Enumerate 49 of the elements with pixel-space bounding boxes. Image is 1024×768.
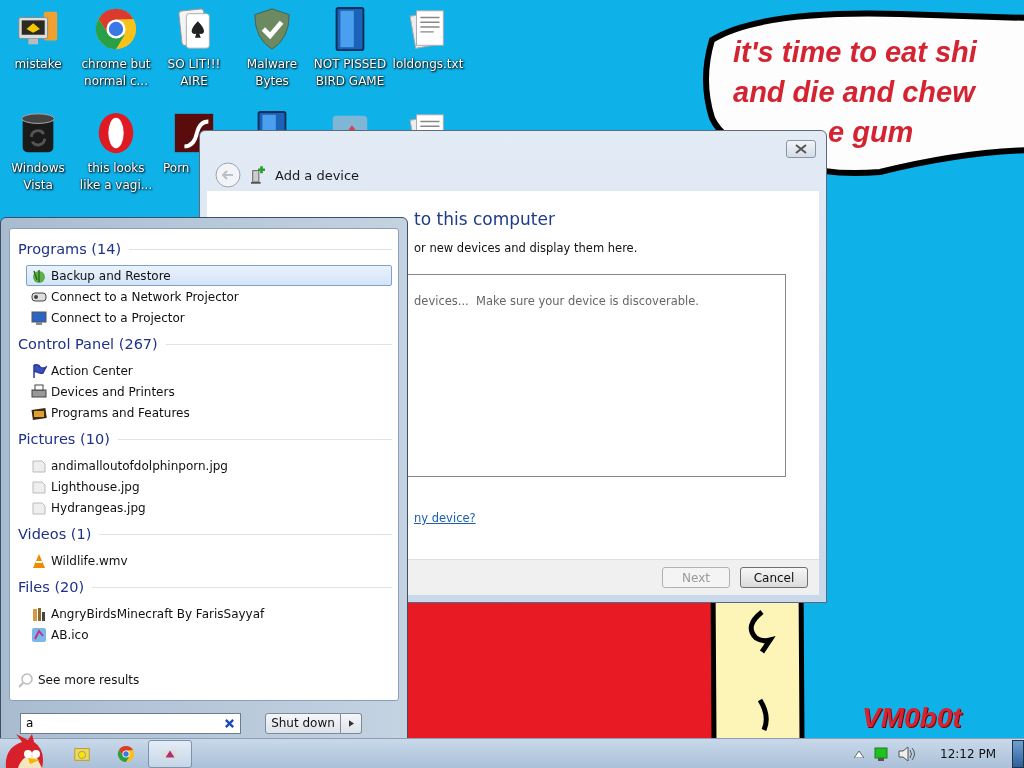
image-icon bbox=[31, 499, 47, 516]
clock[interactable]: 12:12 PM bbox=[940, 746, 996, 761]
search-result[interactable]: Wildlife.wmv bbox=[26, 550, 392, 571]
projector-icon bbox=[31, 309, 47, 326]
volume-icon[interactable] bbox=[898, 745, 916, 762]
search-result[interactable]: Lighthouse.jpg bbox=[26, 476, 392, 497]
archive-icon bbox=[31, 605, 47, 622]
search-result[interactable]: AngryBirdsMinecraft By FarisSayyaf bbox=[26, 603, 392, 624]
close-button[interactable] bbox=[786, 140, 816, 158]
dialog-heading: to this computer bbox=[414, 208, 555, 231]
dialog-description: or new devices and display them here. bbox=[414, 241, 638, 255]
group-heading: Pictures (10) bbox=[18, 431, 110, 447]
caret-icon bbox=[348, 719, 354, 727]
show-hidden-icons-arrow[interactable] bbox=[854, 749, 864, 758]
group-heading: Control Panel (267) bbox=[18, 336, 158, 352]
shut-down-button[interactable]: Shut down bbox=[265, 712, 341, 734]
search-field[interactable]: a bbox=[20, 712, 241, 734]
group-heading: Programs (14) bbox=[18, 241, 122, 257]
chrome-icon bbox=[117, 744, 135, 763]
wallpaper-text: e gum bbox=[828, 115, 914, 150]
close-icon bbox=[795, 144, 807, 154]
flag-icon bbox=[31, 362, 47, 379]
window-title: Add a device bbox=[275, 167, 360, 183]
show-desktop-button[interactable] bbox=[1012, 739, 1024, 768]
cone-icon bbox=[31, 552, 47, 569]
search-result[interactable]: Hydrangeas.jpg bbox=[26, 497, 392, 518]
image-icon bbox=[31, 457, 47, 474]
device-icon bbox=[251, 166, 265, 184]
taskbar-button[interactable] bbox=[148, 739, 192, 768]
group-heading: Videos (1) bbox=[18, 526, 92, 542]
image-icon bbox=[31, 478, 47, 495]
search-icon bbox=[18, 671, 34, 688]
wallpaper-signature: VM0b0t bbox=[862, 701, 962, 735]
printer-icon bbox=[31, 383, 47, 400]
backup-icon bbox=[31, 267, 47, 284]
wallpaper-text: and die and chew bbox=[733, 75, 977, 110]
shut-down-options-button[interactable] bbox=[341, 712, 362, 734]
cancel-button[interactable]: Cancel bbox=[740, 567, 808, 588]
group-heading: Files (20) bbox=[18, 579, 85, 595]
network-icon[interactable] bbox=[874, 746, 888, 761]
search-result[interactable]: AB.ico bbox=[26, 624, 392, 645]
search-status: devices... Make sure your device is discoverable. bbox=[414, 294, 699, 308]
chrome-icon[interactable] bbox=[93, 6, 139, 52]
wallpaper-text: it's time to eat shi bbox=[733, 35, 977, 70]
search-result[interactable]: Backup and Restore bbox=[26, 265, 392, 286]
help-link[interactable]: ny device? bbox=[414, 511, 476, 525]
ico-icon bbox=[31, 626, 47, 643]
see-more-results[interactable]: See more results bbox=[18, 669, 140, 690]
clear-icon[interactable] bbox=[224, 717, 235, 729]
